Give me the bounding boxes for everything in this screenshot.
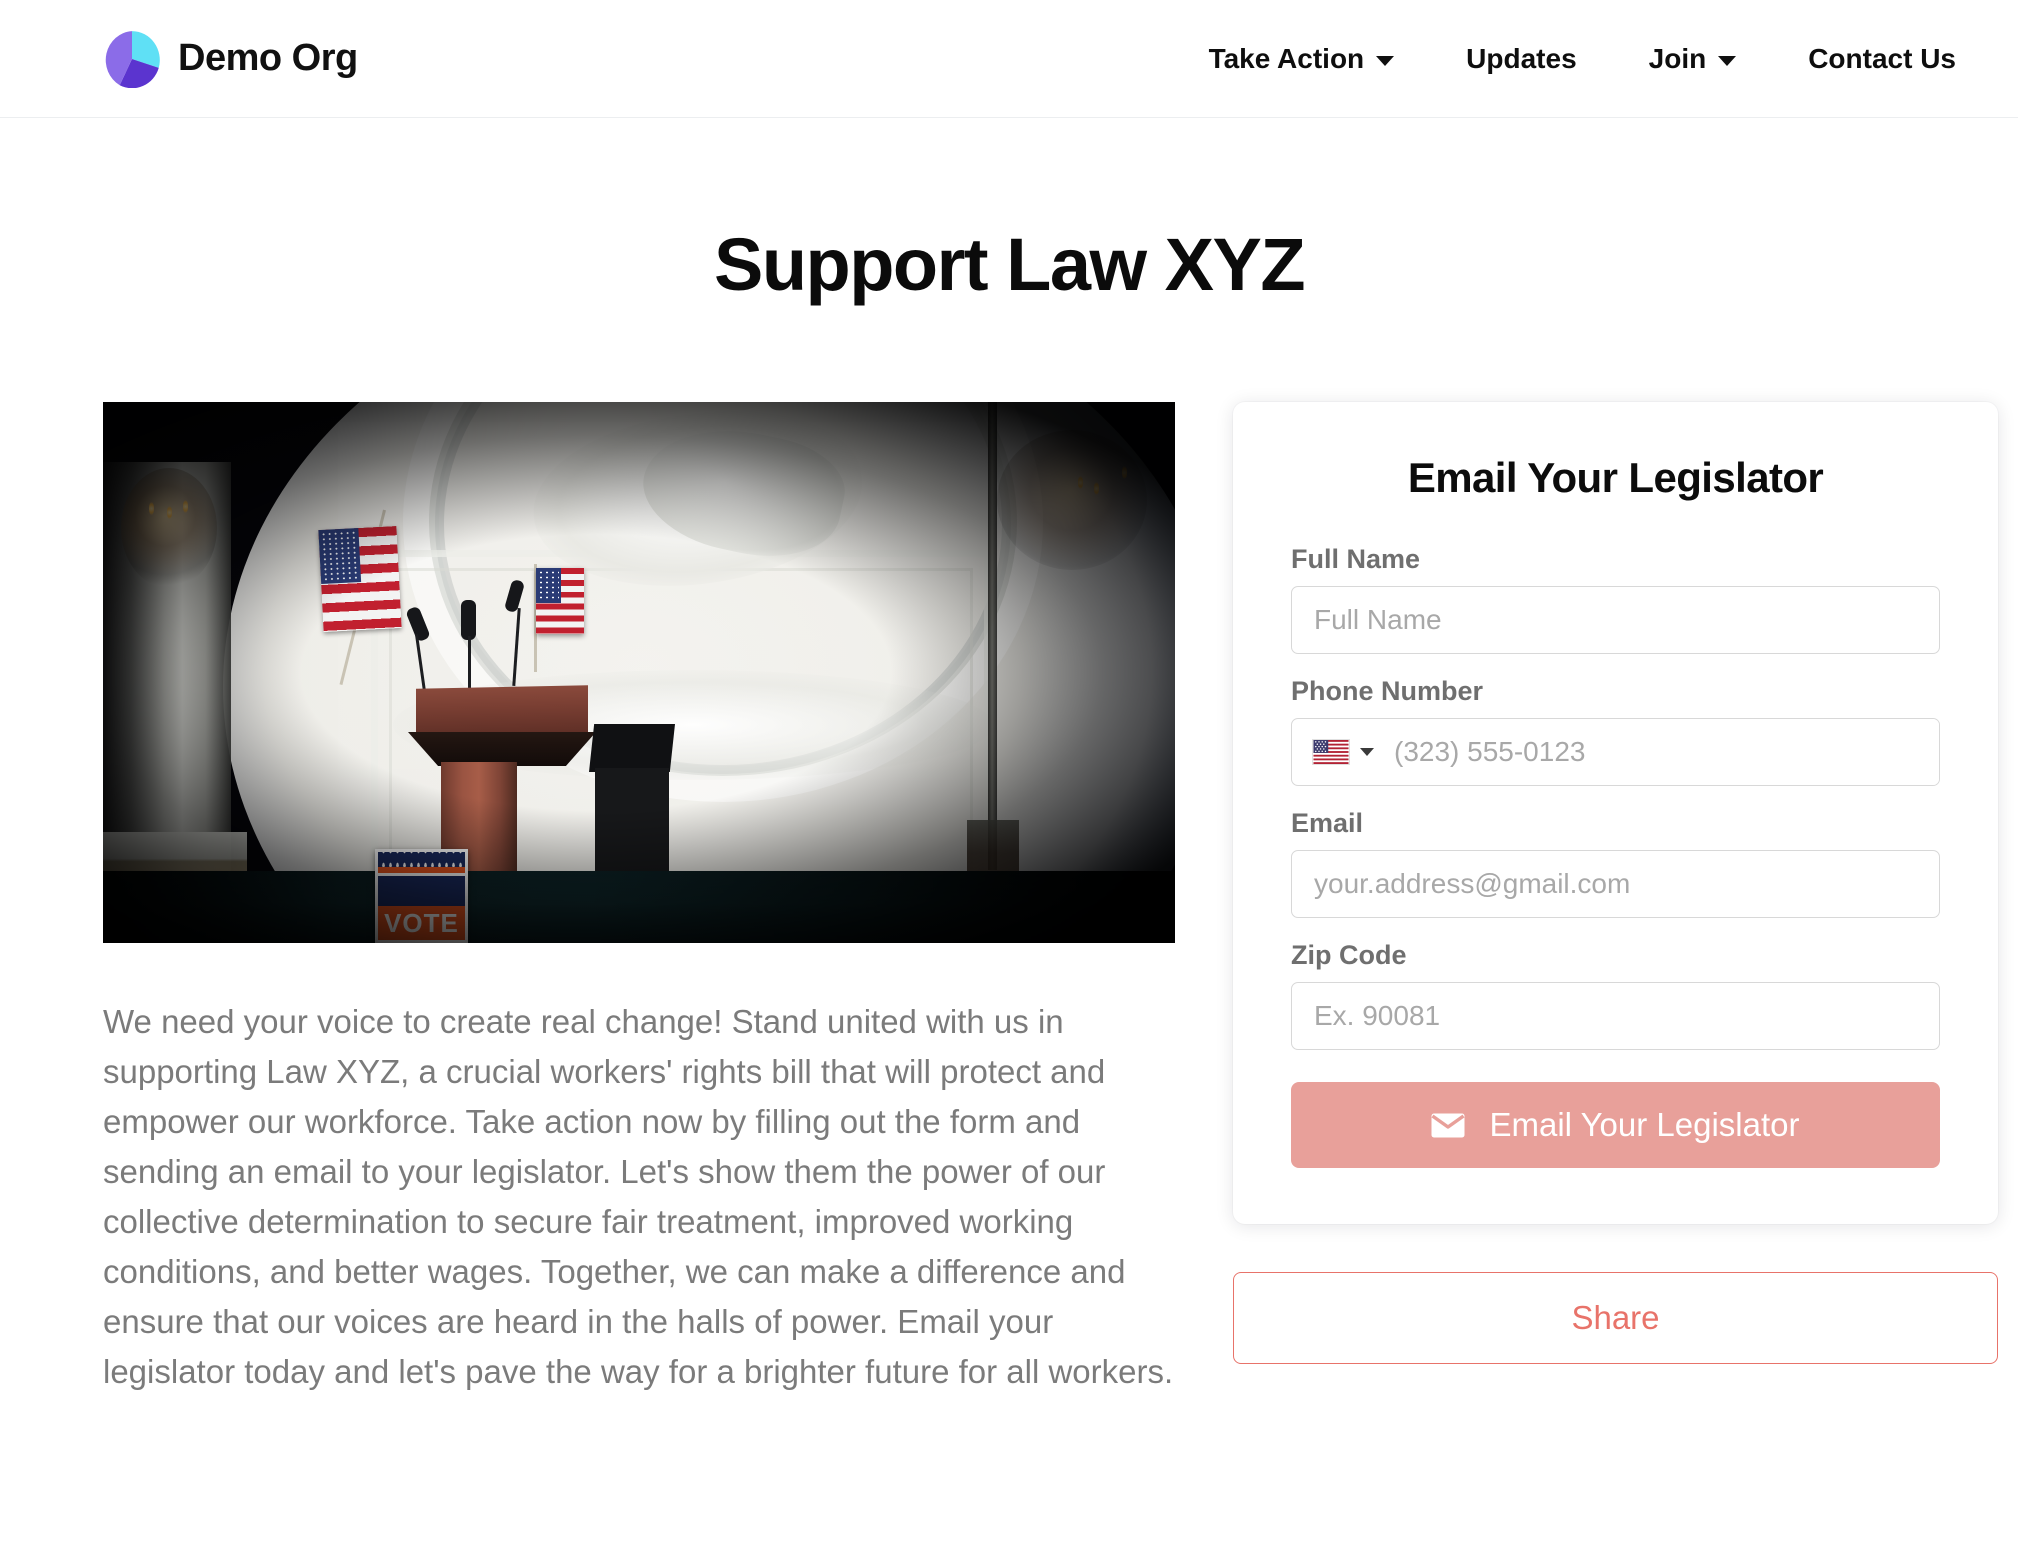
brand-name: Demo Org xyxy=(178,37,358,79)
nav-label-join: Join xyxy=(1648,42,1707,74)
brand-logo-link[interactable]: Demo Org xyxy=(104,30,358,88)
field-phone-number: Phone Number xyxy=(1291,676,1940,786)
pie-chart-logo-icon xyxy=(105,30,160,88)
phone-input-group xyxy=(1291,718,1940,786)
nav-item-updates[interactable]: Updates xyxy=(1430,43,1612,75)
email-legislator-form-card: Email Your Legislator Full Name Phone Nu… xyxy=(1233,402,1998,1224)
american-flag-small xyxy=(528,564,598,674)
content-right-column: Email Your Legislator Full Name Phone Nu… xyxy=(1233,402,1998,1364)
body-paragraph: We need your voice to create real change… xyxy=(103,1003,1174,1390)
secondary-lectern xyxy=(589,724,675,772)
submit-button-label: Email Your Legislator xyxy=(1489,1106,1800,1143)
country-code-select[interactable] xyxy=(1292,719,1386,785)
full-name-input[interactable] xyxy=(1291,586,1940,654)
hero-image: VOTE xyxy=(103,402,1175,943)
page-title: Support Law XYZ xyxy=(713,223,1306,306)
field-email: Email xyxy=(1291,808,1940,918)
chandelier-left xyxy=(121,468,217,588)
zip-code-input[interactable] xyxy=(1291,982,1940,1050)
chevron-down-icon xyxy=(1718,55,1737,66)
email-your-legislator-button[interactable]: Email Your Legislator xyxy=(1291,1082,1940,1168)
chandelier-right xyxy=(997,430,1147,570)
label-email: Email xyxy=(1291,808,1364,838)
content-left-column: VOTE We need your voice to create real c… xyxy=(103,402,1175,1397)
share-button[interactable]: Share xyxy=(1233,1272,1998,1364)
nav-item-take-action[interactable]: Take Action xyxy=(1173,43,1431,75)
label-phone-number: Phone Number xyxy=(1291,676,1484,706)
email-input[interactable] xyxy=(1291,850,1940,918)
nav-label-contact-us: Contact Us xyxy=(1808,42,1956,74)
form-title: Email Your Legislator xyxy=(1407,454,1824,501)
nav-item-join[interactable]: Join xyxy=(1613,43,1773,75)
american-flag-large xyxy=(318,509,441,690)
nav-item-contact-us[interactable]: Contact Us xyxy=(1772,43,1956,75)
nav-label-updates: Updates xyxy=(1466,42,1577,74)
field-zip-code: Zip Code xyxy=(1291,940,1940,1050)
site-header: Demo Org Take Action Updates Join Contac… xyxy=(0,0,2018,118)
label-zip-code: Zip Code xyxy=(1291,940,1407,970)
vote-sign-text: VOTE xyxy=(378,906,465,940)
us-flag-icon xyxy=(1312,739,1350,765)
field-full-name: Full Name xyxy=(1291,544,1940,654)
main-navigation: Take Action Updates Join Contact Us xyxy=(1173,43,1956,75)
nav-label-take-action: Take Action xyxy=(1208,42,1365,74)
page-content: VOTE We need your voice to create real c… xyxy=(0,402,2018,1397)
chevron-down-icon xyxy=(1360,748,1374,756)
phone-number-input[interactable] xyxy=(1386,719,1939,785)
share-button-label: Share xyxy=(1571,1299,1660,1336)
podium xyxy=(416,685,588,737)
envelope-icon xyxy=(1431,1113,1465,1137)
label-full-name: Full Name xyxy=(1291,544,1421,574)
microphone xyxy=(461,600,476,640)
vote-sign: VOTE xyxy=(375,849,468,943)
chevron-down-icon xyxy=(1376,55,1395,66)
